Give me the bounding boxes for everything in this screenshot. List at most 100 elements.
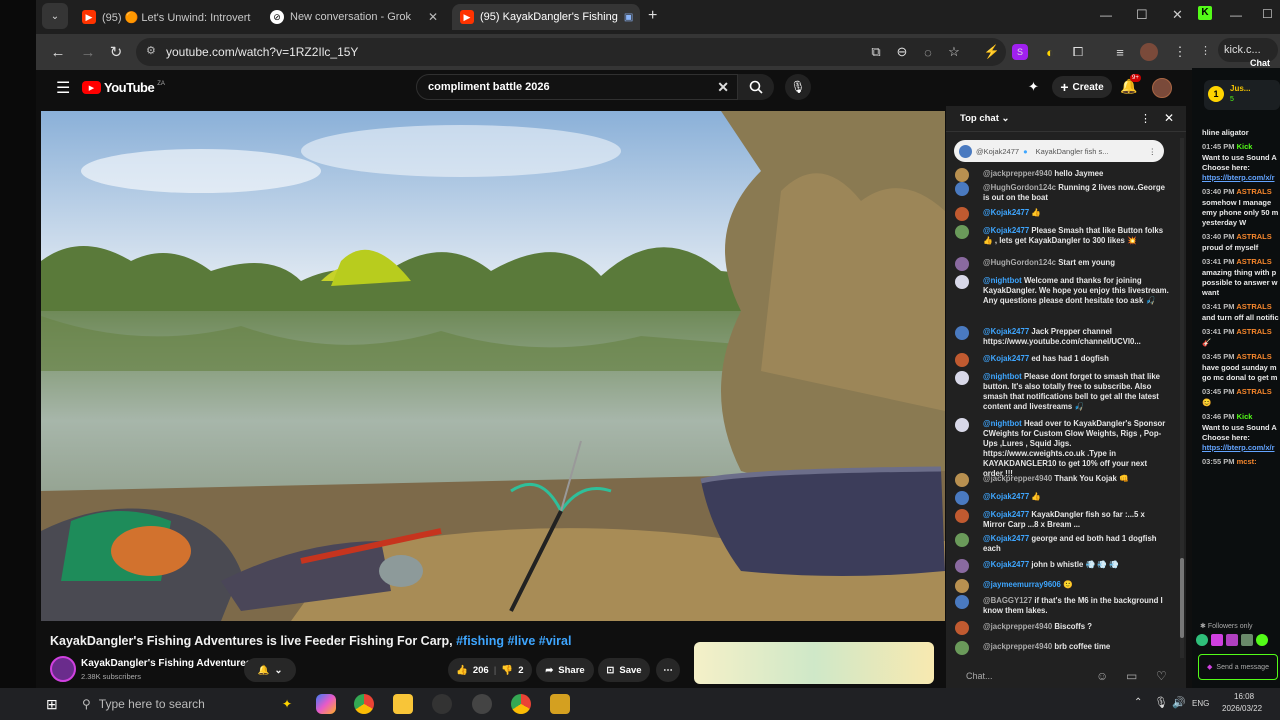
ad-banner-thumbnail[interactable] [694, 642, 934, 684]
chat-message[interactable]: @Kojak2477 Jack Prepper channel https://… [955, 326, 1169, 347]
file-explorer-taskbar-icon[interactable] [393, 694, 413, 714]
profile-avatar-icon[interactable] [1140, 43, 1158, 61]
voice-search-button[interactable]: 🎙 [785, 74, 811, 100]
kick-username[interactable]: ASTRALS [1236, 327, 1271, 336]
kick-emote-1-icon[interactable] [1196, 634, 1208, 646]
tab-lets-unwind[interactable]: ▶ (95) 🟠 Let's Unwind: Introvert ✕ [74, 4, 254, 30]
media-control-icon[interactable]: ≡ [1110, 42, 1130, 62]
chat-scrollbar[interactable] [1180, 138, 1184, 658]
chat-author[interactable]: @Kojak2477 [983, 492, 1029, 501]
chat-message[interactable]: @Kojak2477 george and ed both had 1 dogf… [955, 533, 1169, 554]
kick-username[interactable]: ASTRALS [1236, 352, 1271, 361]
chat-author[interactable]: @Kojak2477 [983, 534, 1029, 543]
chat-message[interactable]: @Kojak2477 KayakDangler fish so far :...… [955, 509, 1169, 530]
chat-author[interactable]: @jackprepper4940 [983, 474, 1052, 483]
chat-avatar[interactable] [955, 275, 969, 289]
like-count[interactable]: 206 [473, 665, 489, 676]
maximize-icon[interactable]: ☐ [1136, 7, 1148, 23]
tab-search-chevron-icon[interactable]: ⌄ [42, 3, 68, 29]
extensions-puzzle-icon[interactable]: ⧠ [1068, 42, 1088, 62]
chat-avatar[interactable] [955, 257, 969, 271]
chrome-active-taskbar-icon[interactable] [511, 694, 531, 714]
speaker-tray-icon[interactable]: 🔊 [1172, 696, 1186, 709]
chat-message[interactable]: @jackprepper4940 brb coffee time [955, 641, 1169, 655]
chat-author[interactable]: @Kojak2477 [983, 208, 1029, 217]
chat-avatar[interactable] [955, 595, 969, 609]
chat-author[interactable]: @nightbot [983, 372, 1022, 381]
clock-date[interactable]: 2026/03/22 [1222, 704, 1262, 713]
kick-username[interactable]: Kick [1237, 142, 1253, 151]
chat-message[interactable]: @HughGordon124c Start em young [955, 257, 1169, 271]
kick-username[interactable]: ASTRALS [1236, 387, 1271, 396]
close-tab-icon[interactable]: ✕ [428, 10, 438, 24]
chat-avatar[interactable] [955, 559, 969, 573]
chat-author[interactable]: @jackprepper4940 [983, 642, 1052, 651]
share-button[interactable]: ➦ Share [536, 658, 594, 682]
tray-chevron-up-icon[interactable]: ⌃ [1134, 697, 1142, 708]
chat-avatar[interactable] [955, 207, 969, 221]
chat-message[interactable]: @Kojak2477 👍 [955, 207, 1169, 221]
kick-menu-icon[interactable]: ⋮ [1200, 44, 1211, 57]
chat-author[interactable]: @HughGordon124c [983, 258, 1056, 267]
chat-avatar[interactable] [955, 509, 969, 523]
clear-search-icon[interactable]: ✕ [717, 79, 729, 96]
chat-avatar[interactable] [955, 491, 969, 505]
hamburger-menu-icon[interactable]: ☰ [56, 78, 70, 98]
chat-message[interactable]: @jaymeemurray9606 🙂 [955, 579, 1169, 593]
tab-kayakdangler[interactable]: ▶ (95) KayakDangler's Fishing ▣ ✕ [452, 4, 640, 30]
chat-avatar[interactable] [955, 326, 969, 340]
chat-author[interactable]: @nightbot [983, 419, 1022, 428]
chat-author[interactable]: @Kojak2477 [983, 510, 1029, 519]
chat-avatar[interactable] [955, 225, 969, 239]
chat-avatar[interactable] [955, 579, 969, 593]
game-taskbar-icon[interactable] [550, 694, 570, 714]
super-chat-icon[interactable]: ▭ [1126, 669, 1137, 683]
chat-mode-dropdown[interactable]: Top chat ⌄ [960, 113, 1010, 124]
minimize-icon[interactable]: — [1100, 8, 1112, 22]
pinned-more-icon[interactable]: ⋮ [1149, 147, 1157, 156]
chat-message[interactable]: @HughGordon124c Running 2 lives now..Geo… [955, 182, 1169, 203]
save-button[interactable]: ⊡ Save [598, 658, 650, 682]
kick-emote-picker-icon[interactable]: ◆ [1207, 663, 1212, 671]
eye-off-icon[interactable]: ◌ [918, 42, 938, 62]
chat-author[interactable]: @nightbot [983, 276, 1022, 285]
chat-avatar[interactable] [955, 371, 969, 385]
kick-username[interactable]: ASTRALS [1236, 232, 1271, 241]
extension-2-icon[interactable]: S [1012, 44, 1028, 60]
kick-emote-3-icon[interactable] [1226, 634, 1238, 646]
tab-grok[interactable]: ⊘ New conversation - Grok ✕ [262, 4, 446, 30]
account-avatar[interactable] [1152, 78, 1172, 98]
close-tab-icon[interactable]: ✕ [639, 10, 640, 24]
app-taskbar-icon[interactable] [472, 694, 492, 714]
chat-message[interactable]: @BAGGY127 if that's the M6 in the backgr… [955, 595, 1169, 616]
chrome-taskbar-icon[interactable] [354, 694, 374, 714]
close-window-icon[interactable]: ✕ [1172, 7, 1183, 23]
forward-icon[interactable]: → [74, 38, 102, 66]
emoji-icon[interactable]: ☺ [1096, 669, 1108, 683]
chat-avatar[interactable] [955, 353, 969, 367]
chat-avatar[interactable] [955, 182, 969, 196]
copilot-taskbar-icon[interactable] [316, 694, 336, 714]
chat-message[interactable]: @jackprepper4940 Thank You Kojak 👊 [955, 473, 1169, 487]
kick-minimize-icon[interactable]: — [1230, 8, 1242, 22]
chat-message[interactable]: @nightbot Please dont forget to smash th… [955, 371, 1169, 412]
chat-author[interactable]: @BAGGY127 [983, 596, 1032, 605]
channel-avatar[interactable] [50, 656, 76, 682]
kick-username[interactable]: ASTRALS [1236, 302, 1271, 311]
create-button[interactable]: + Create [1052, 76, 1112, 98]
language-indicator[interactable]: ENG [1192, 699, 1209, 708]
notifications-dropdown-button[interactable]: 🔔 ⌄ [244, 658, 296, 682]
search-button[interactable] [738, 74, 774, 100]
back-icon[interactable]: ← [44, 38, 72, 66]
pinned-message[interactable]: @Kojak2477 ● KayakDangler fish s... ⋮ [954, 140, 1164, 162]
kick-message-text[interactable]: https://bterp.com/x/r [1202, 173, 1275, 182]
join-icon[interactable]: ✦ [1028, 79, 1039, 95]
new-tab-icon[interactable]: + [648, 7, 657, 25]
chat-message[interactable]: @jackprepper4940 Biscoffs ? [955, 621, 1169, 635]
search-input[interactable]: compliment battle 2026 ✕ [416, 74, 738, 100]
chat-author[interactable]: @HughGordon124c [983, 183, 1056, 192]
chat-author[interactable]: @Kojak2477 [983, 560, 1029, 569]
chat-message[interactable]: @Kojak2477 john b whistle 💨 💨 💨 [955, 559, 1169, 573]
chat-avatar[interactable] [955, 168, 969, 182]
extension-1-icon[interactable]: ⚡ [982, 42, 1002, 62]
